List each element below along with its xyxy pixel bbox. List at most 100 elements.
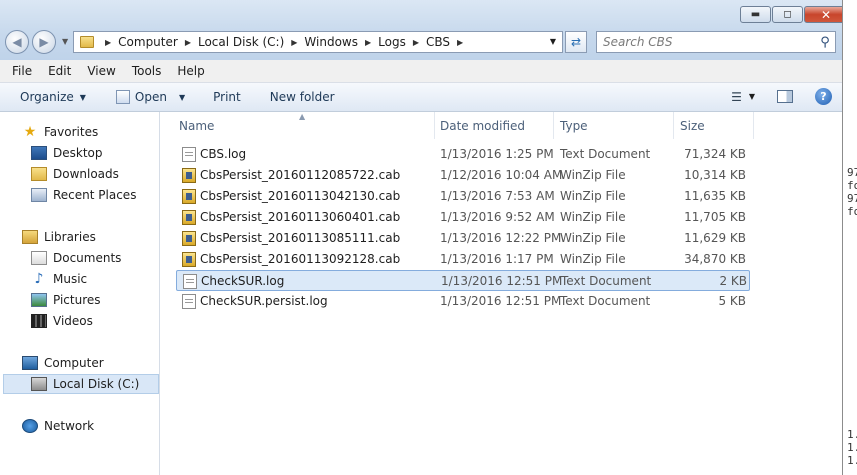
documents-icon — [31, 251, 47, 265]
file-row[interactable]: CheckSUR.log 1/13/2016 12:51 PM Text Docum… — [176, 270, 750, 291]
nav-libraries[interactable]: Libraries — [22, 227, 96, 247]
background-text: fo — [847, 205, 857, 218]
view-controls: ☰ ▼ ? — [731, 88, 832, 105]
file-size: 11,635 KB — [684, 189, 746, 203]
breadcrumb-logs[interactable]: Logs — [378, 35, 406, 49]
nav-label: Downloads — [53, 167, 119, 181]
forward-button[interactable]: ▶ — [32, 30, 56, 54]
nav-favorites[interactable]: ★ Favorites — [22, 122, 99, 142]
chevron-right-icon[interactable]: ▶ — [413, 38, 419, 47]
nav-pictures[interactable]: Pictures — [31, 290, 101, 310]
column-size-label: Size — [680, 118, 705, 133]
file-name: CBS.log — [200, 147, 247, 161]
nav-label: Videos — [53, 314, 93, 328]
column-type[interactable]: Type — [554, 112, 674, 139]
nav-music[interactable]: ♪ Music — [31, 269, 88, 289]
file-type: Text Document — [560, 147, 651, 161]
file-name: CbsPersist_20160112085722.cab — [200, 168, 401, 182]
file-row[interactable]: CbsPersist_20160113060401.cab 1/13/2016 9… — [176, 207, 750, 228]
nav-label: Favorites — [44, 125, 99, 139]
window-controls: ▬ ◻ ✕ — [739, 6, 848, 23]
nav-recent-places[interactable]: Recent Places — [31, 185, 136, 205]
file-date-modified: 1/13/2016 12:51 PM — [441, 274, 563, 288]
chevron-right-icon[interactable]: ▶ — [185, 38, 191, 47]
chevron-right-icon[interactable]: ▶ — [105, 38, 111, 47]
file-name: CheckSUR.persist.log — [200, 294, 328, 308]
network-icon — [22, 419, 38, 433]
document-icon — [115, 90, 130, 104]
menu-view[interactable]: View — [79, 64, 123, 78]
column-size[interactable]: Size — [674, 112, 754, 139]
breadcrumb-computer[interactable]: Computer — [118, 35, 178, 49]
background-window: 97 fo 97 fo 1. 1. 1. — [842, 0, 857, 475]
print-button[interactable]: Print — [213, 90, 241, 104]
file-row[interactable]: CbsPersist_20160113042130.cab 1/13/2016 7… — [176, 186, 750, 207]
file-type: WinZip File — [560, 210, 626, 224]
breadcrumb-cbs[interactable]: CBS — [426, 35, 450, 49]
help-icon[interactable]: ? — [815, 88, 832, 105]
hard-drive-icon — [31, 377, 47, 391]
nav-desktop[interactable]: Desktop — [31, 143, 103, 163]
nav-computer[interactable]: Computer — [22, 353, 104, 373]
nav-videos[interactable]: Videos — [31, 311, 93, 331]
file-row[interactable]: CBS.log 1/13/2016 1:25 PM Text Document 71,… — [176, 144, 750, 165]
chevron-down-icon[interactable]: ▼ — [749, 92, 755, 101]
recent-pages-dropdown[interactable]: ▼ — [62, 37, 68, 46]
address-bar[interactable]: ▶ Computer ▶ Local Disk (C:) ▶ Windows ▶… — [73, 31, 563, 53]
nav-local-disk[interactable]: Local Disk (C:) — [3, 374, 159, 394]
file-name: CbsPersist_20160113085111.cab — [200, 231, 401, 245]
file-row[interactable]: CbsPersist_20160113085111.cab 1/13/2016 1… — [176, 228, 750, 249]
breadcrumb: ▶ Computer ▶ Local Disk (C:) ▶ Windows ▶… — [98, 35, 470, 49]
desktop-icon — [31, 146, 47, 160]
address-dropdown-icon[interactable]: ▼ — [550, 37, 556, 46]
arrow-right-icon: ▶ — [39, 35, 49, 49]
organize-button[interactable]: Organize ▼ — [20, 90, 86, 104]
search-icon[interactable]: ⚲ — [815, 35, 835, 50]
new-folder-button[interactable]: New folder — [270, 90, 335, 104]
nav-documents[interactable]: Documents — [31, 248, 121, 268]
open-button[interactable]: Open ▼ — [115, 90, 185, 104]
pictures-icon — [31, 293, 47, 307]
file-row[interactable]: CbsPersist_20160113092128.cab 1/13/2016 1… — [176, 249, 750, 270]
refresh-button[interactable]: ⇄ — [565, 31, 587, 53]
cab-archive-icon — [182, 168, 196, 183]
column-headers: ▲ Name Date modified Type Size — [161, 112, 842, 139]
search-input[interactable] — [597, 35, 815, 49]
new-folder-label: New folder — [269, 90, 335, 104]
cab-archive-icon — [182, 231, 196, 246]
file-date-modified: 1/13/2016 1:25 PM — [440, 147, 554, 161]
nav-network[interactable]: Network — [22, 416, 94, 436]
preview-pane-icon[interactable] — [777, 90, 793, 103]
menu-file[interactable]: File — [4, 64, 40, 78]
organize-label: Organize — [20, 90, 74, 104]
chevron-right-icon[interactable]: ▶ — [365, 38, 371, 47]
file-size: 2 KB — [719, 274, 747, 288]
menu-help[interactable]: Help — [169, 64, 212, 78]
search-box[interactable]: ⚲ — [596, 31, 836, 53]
file-row[interactable]: CheckSUR.persist.log 1/13/2016 12:51 PM Te… — [176, 291, 750, 312]
file-name: CheckSUR.log — [201, 274, 285, 288]
minimize-button[interactable]: ▬ — [740, 6, 771, 23]
breadcrumb-local-disk[interactable]: Local Disk (C:) — [198, 35, 284, 49]
chevron-right-icon[interactable]: ▶ — [457, 38, 463, 47]
nav-downloads[interactable]: Downloads — [31, 164, 119, 184]
menu-tools[interactable]: Tools — [124, 64, 170, 78]
text-document-icon — [183, 274, 197, 289]
background-text: 97 — [847, 166, 857, 179]
menu-edit[interactable]: Edit — [40, 64, 79, 78]
breadcrumb-windows[interactable]: Windows — [304, 35, 358, 49]
file-row[interactable]: CbsPersist_20160112085722.cab 1/12/2016 1… — [176, 165, 750, 186]
column-name[interactable]: Name — [173, 112, 435, 139]
file-type: Text Document — [561, 274, 652, 288]
file-date-modified: 1/13/2016 7:53 AM — [440, 189, 555, 203]
chevron-right-icon[interactable]: ▶ — [291, 38, 297, 47]
libraries-icon — [22, 230, 38, 244]
chevron-down-icon[interactable]: ▼ — [179, 93, 185, 102]
file-type: Text Document — [560, 294, 651, 308]
change-view-icon[interactable]: ☰ — [731, 90, 742, 104]
nav-label: Libraries — [44, 230, 96, 244]
column-date-modified[interactable]: Date modified — [434, 112, 554, 139]
maximize-button[interactable]: ◻ — [772, 6, 803, 23]
nav-label: Local Disk (C:) — [53, 377, 140, 391]
back-button[interactable]: ◀ — [5, 30, 29, 54]
